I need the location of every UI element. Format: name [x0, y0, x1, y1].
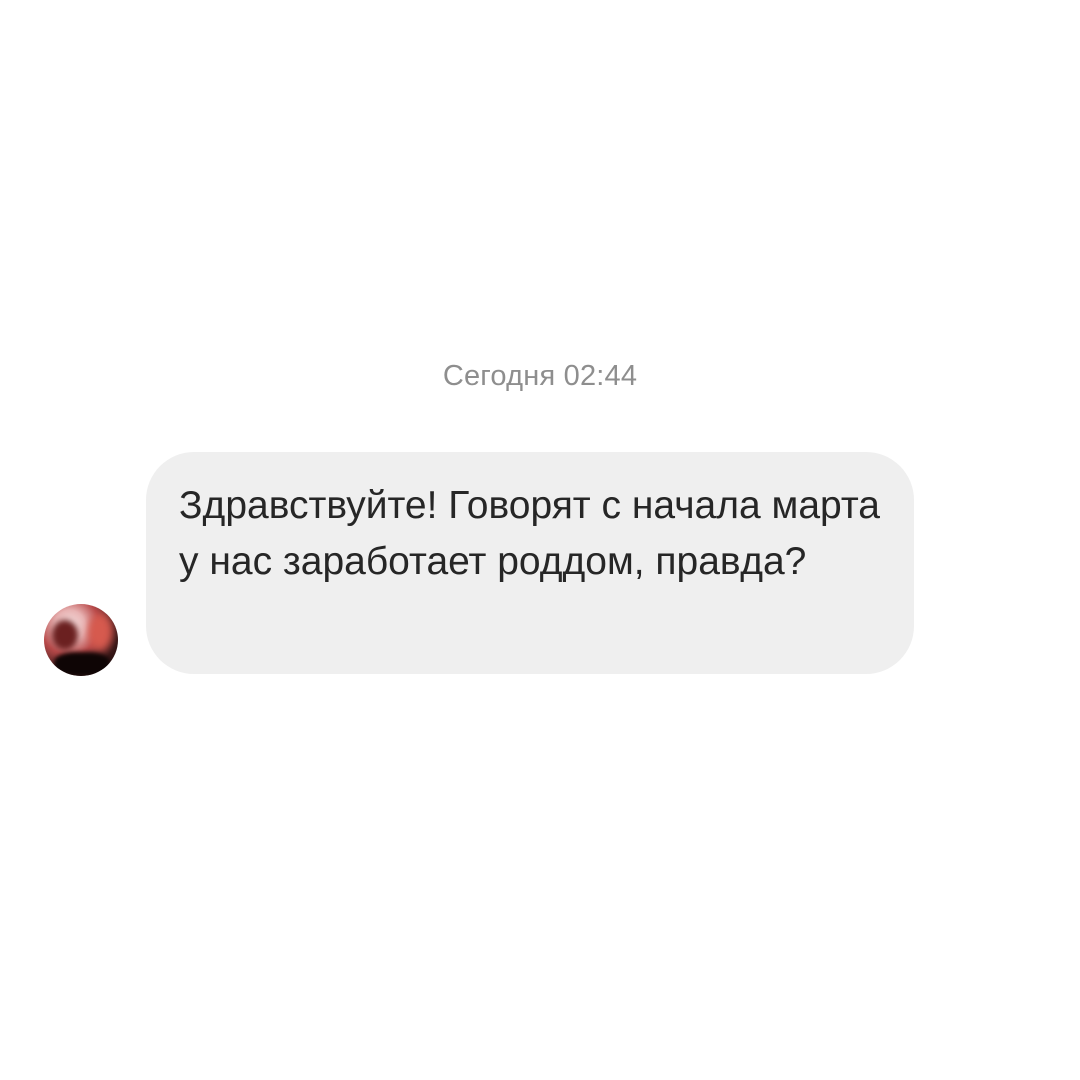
avatar-image-blur [52, 620, 78, 650]
message-text: Здравствуйте! Говорят с начала марта у н… [179, 484, 880, 583]
message-timestamp: Сегодня 02:44 [442, 360, 638, 392]
message-bubble[interactable]: Здравствуйте! Говорят с начала марта у н… [146, 452, 914, 674]
avatar-image-blur [54, 652, 110, 676]
incoming-message-row: Здравствуйте! Говорят с начала марта у н… [44, 452, 944, 676]
avatar-image-blur [88, 614, 112, 650]
sender-avatar[interactable] [44, 604, 118, 676]
